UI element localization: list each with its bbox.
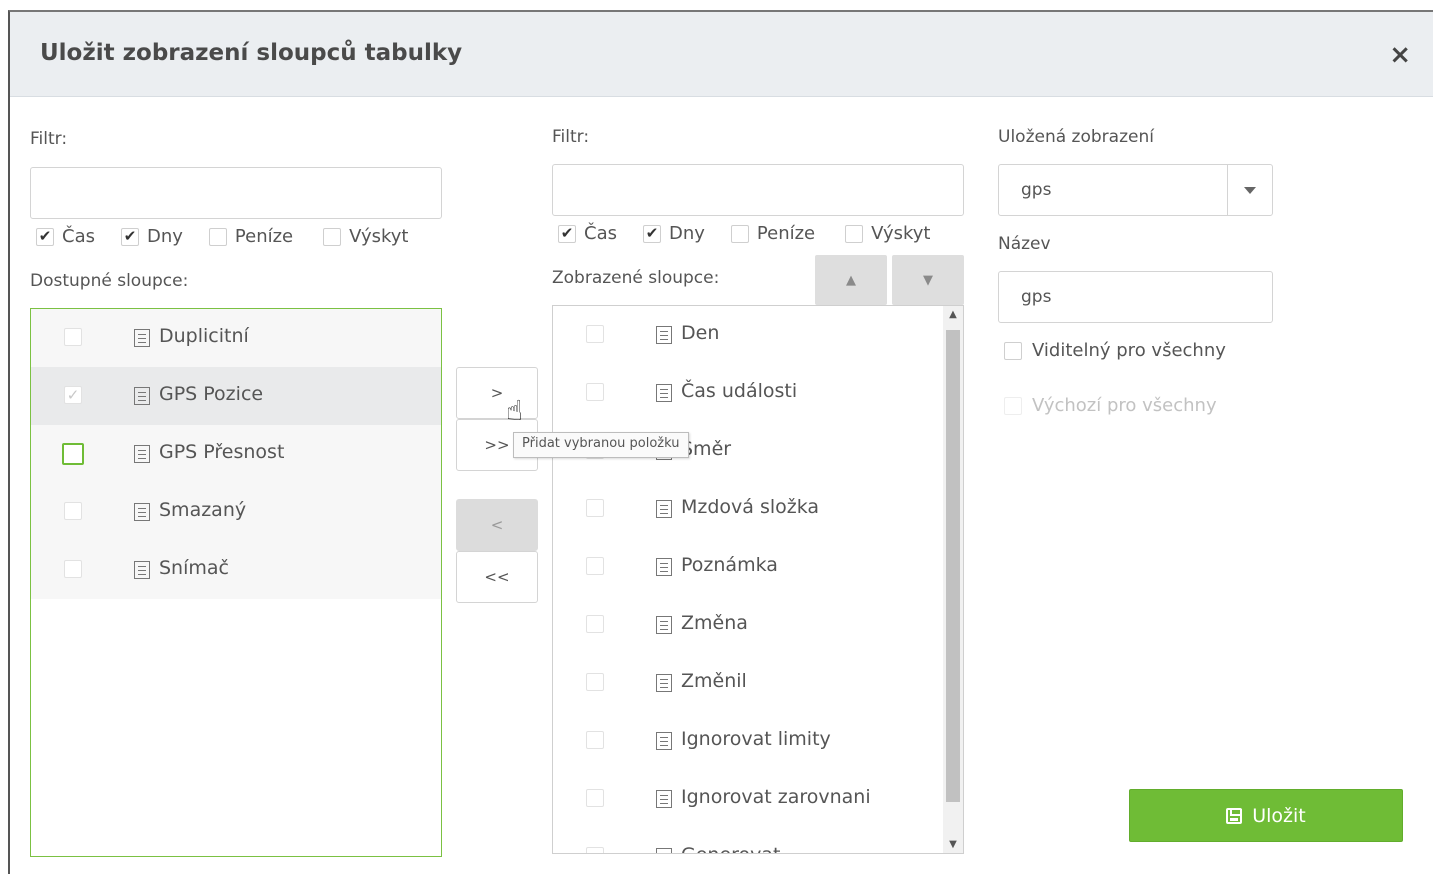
list-item[interactable]: GPS Přesnost [31, 425, 441, 483]
checkbox-icon[interactable]: ✔ [558, 224, 576, 243]
caret-down-icon: ▼ [923, 272, 933, 288]
save-button[interactable]: Uložit [1129, 789, 1403, 842]
scroll-down-icon[interactable]: ▼ [943, 839, 963, 850]
displayed-columns-label: Zobrazené sloupce: [552, 268, 720, 288]
scroll-up-icon[interactable]: ▲ [943, 309, 963, 320]
list-item-selected[interactable]: ✓ GPS Pozice [31, 367, 441, 425]
checkbox-icon[interactable] [586, 789, 604, 807]
list-item[interactable]: Mzdová složka [553, 480, 963, 538]
remove-selected-button[interactable]: < [456, 499, 538, 551]
left-filter-time[interactable]: ✔ Čas [36, 226, 95, 247]
checkbox-icon[interactable] [586, 731, 604, 749]
checkbox-icon[interactable] [730, 224, 749, 243]
default-for-all-option: Výchozí pro všechny [1004, 395, 1217, 416]
checkbox-icon [1004, 396, 1022, 415]
right-type-filters: ✔ Čas ✔ Dny Peníze Výskyt [558, 223, 956, 244]
checkbox-icon[interactable] [208, 227, 227, 246]
displayed-columns-list[interactable]: Den Čas události Směr Mzdová složka Pozn… [552, 305, 964, 854]
list-item[interactable]: Změnil [553, 654, 963, 712]
close-icon[interactable]: × [1389, 40, 1411, 70]
checkbox-icon[interactable] [64, 328, 82, 346]
column-icon [134, 387, 150, 405]
scrollbar[interactable]: ▲ ▼ [943, 306, 963, 853]
column-icon [656, 558, 672, 576]
hand-cursor-icon: ☝ [506, 394, 524, 427]
right-filter-label: Filtr: [552, 127, 590, 147]
list-item[interactable]: Duplicitní [31, 309, 441, 367]
column-icon [134, 329, 150, 347]
checkbox-icon[interactable] [586, 615, 604, 633]
right-filter-days[interactable]: ✔ Dny [642, 223, 705, 244]
list-item[interactable]: Ignorovat zarovnani [553, 770, 963, 828]
tooltip: Přidat vybranou položku [513, 432, 689, 458]
list-item[interactable]: Poznámka [553, 538, 963, 596]
left-filter-money[interactable]: Peníze [208, 226, 293, 247]
checkbox-icon[interactable] [845, 224, 864, 243]
checkbox-icon[interactable] [586, 673, 604, 691]
right-filter-time[interactable]: ✔ Čas [558, 223, 617, 244]
right-filter-input[interactable] [552, 164, 964, 216]
checkbox-icon[interactable]: ✓ [64, 386, 82, 404]
checkbox-icon[interactable] [586, 847, 604, 853]
column-icon [656, 384, 672, 402]
left-type-filters: ✔ Čas ✔ Dny Peníze Výskyt [36, 226, 434, 247]
dialog-title: Uložit zobrazení sloupců tabulky [40, 40, 463, 66]
column-icon [134, 445, 150, 463]
left-filter-input[interactable] [30, 167, 442, 219]
checkbox-icon[interactable]: ✔ [642, 224, 661, 243]
chevron-down-icon[interactable] [1244, 187, 1256, 194]
dialog-header: Uložit zobrazení sloupců tabulky × [10, 12, 1433, 97]
checkbox-icon[interactable] [64, 502, 82, 520]
checkbox-icon[interactable] [586, 383, 604, 401]
floppy-disk-icon [1226, 807, 1243, 824]
right-filter-money[interactable]: Peníze [730, 223, 815, 244]
name-label: Název [998, 234, 1051, 254]
column-icon [656, 790, 672, 808]
list-item[interactable]: Změna [553, 596, 963, 654]
list-item[interactable]: Čas události [553, 364, 963, 422]
right-filter-occurrence[interactable]: Výskyt [845, 223, 930, 244]
checkbox-icon[interactable] [62, 443, 84, 465]
checkbox-icon[interactable] [323, 227, 342, 246]
list-item[interactable]: Ignorovat limity [553, 712, 963, 770]
name-input[interactable]: gps [998, 271, 1273, 323]
left-filter-occurrence[interactable]: Výskyt [323, 226, 408, 247]
save-columns-dialog: Uložit zobrazení sloupců tabulky × Filtr… [8, 10, 1433, 874]
column-icon [656, 616, 672, 634]
checkbox-icon[interactable] [586, 499, 604, 517]
checkbox-icon[interactable] [586, 557, 604, 575]
add-selected-button[interactable]: > [456, 367, 538, 419]
checkbox-icon[interactable] [64, 560, 82, 578]
list-item[interactable]: Generovat [553, 828, 963, 853]
saved-views-select[interactable]: gps [998, 164, 1273, 216]
visible-for-all-option[interactable]: Viditelný pro všechny [1004, 340, 1226, 361]
column-icon [656, 674, 672, 692]
left-filter-days[interactable]: ✔ Dny [120, 226, 183, 247]
move-up-button[interactable]: ▲ [815, 255, 887, 305]
available-columns-label: Dostupné sloupce: [30, 271, 189, 291]
column-icon [134, 561, 150, 579]
list-item[interactable]: Snímač [31, 541, 441, 599]
column-icon [656, 500, 672, 518]
scrollbar-thumb[interactable] [946, 330, 960, 802]
checkbox-icon[interactable]: ✔ [120, 227, 139, 246]
column-icon [656, 326, 672, 344]
move-down-button[interactable]: ▼ [892, 255, 964, 305]
checkbox-icon[interactable] [1004, 341, 1022, 360]
left-filter-label: Filtr: [30, 129, 68, 149]
column-icon [656, 732, 672, 750]
column-icon [134, 503, 150, 521]
list-item[interactable]: Den [553, 306, 963, 364]
remove-all-button[interactable]: << [456, 551, 538, 603]
saved-views-label: Uložená zobrazení [998, 127, 1154, 147]
available-columns-list[interactable]: Duplicitní ✓ GPS Pozice GPS Přesnost Sma… [30, 308, 442, 857]
checkbox-icon[interactable]: ✔ [36, 227, 54, 246]
caret-up-icon: ▲ [846, 272, 856, 288]
list-item[interactable]: Smazaný [31, 483, 441, 541]
column-icon [656, 848, 672, 853]
checkbox-icon[interactable] [586, 325, 604, 343]
